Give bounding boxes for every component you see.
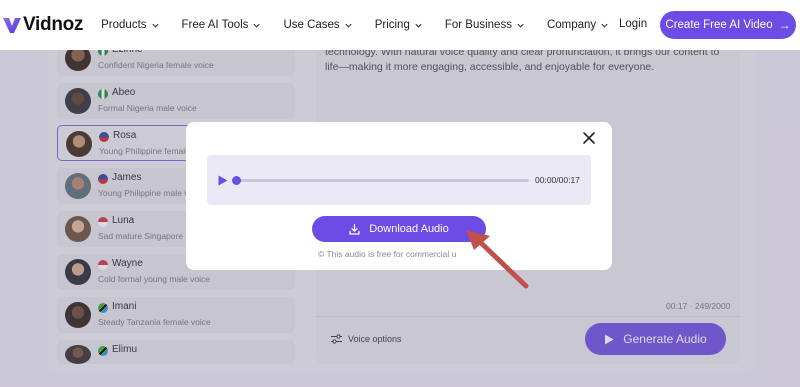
- menu-label: Pricing: [374, 19, 410, 31]
- menu-company[interactable]: Company: [547, 19, 609, 31]
- menu-pricing[interactable]: Pricing: [375, 19, 423, 31]
- annotation-arrow-icon: [466, 230, 529, 289]
- download-label: Download Audio: [369, 223, 449, 235]
- download-icon: [349, 223, 360, 235]
- commercial-use-note: © This audio is free for commercial u: [318, 249, 456, 259]
- audio-progress-knob[interactable]: [232, 176, 241, 185]
- logo-text: Vidnoz: [23, 14, 84, 35]
- logo-icon: [3, 18, 21, 33]
- vidnoz-logo[interactable]: Vidnoz: [2, 14, 83, 36]
- main-menu: Products Free AI Tools Use Cases Pricing…: [101, 19, 631, 31]
- audio-progress-track[interactable]: [235, 179, 529, 182]
- chevron-down-icon: [345, 23, 352, 28]
- close-icon[interactable]: [582, 131, 596, 145]
- top-nav: Vidnoz Products Free AI Tools Use Cases …: [0, 0, 800, 50]
- chevron-down-icon: [415, 23, 422, 28]
- arrow-right-icon: →: [778, 18, 791, 32]
- menu-label: Free AI Tools: [181, 19, 249, 31]
- chevron-down-icon: [517, 23, 524, 28]
- menu-label: Use Cases: [283, 19, 340, 31]
- menu-products[interactable]: Products: [101, 19, 159, 31]
- audio-time: 00:00/00:17: [535, 175, 580, 185]
- note-text: This audio is free for commercial u: [326, 249, 457, 259]
- create-free-ai-video-button[interactable]: Create Free AI Video →: [660, 11, 796, 39]
- menu-label: For Business: [444, 19, 512, 31]
- chevron-down-icon: [151, 23, 159, 28]
- menu-for-business[interactable]: For Business: [445, 19, 525, 31]
- chevron-down-icon: [253, 23, 261, 28]
- chevron-down-icon: [601, 23, 608, 28]
- menu-use-cases[interactable]: Use Cases: [283, 19, 352, 31]
- login-link[interactable]: Login: [619, 18, 647, 30]
- menu-label: Products: [101, 19, 147, 31]
- cta-label: Create Free AI Video: [665, 19, 773, 31]
- copyright-icon: ©: [318, 249, 325, 259]
- menu-label: Company: [546, 19, 597, 31]
- menu-free-ai-tools[interactable]: Free AI Tools: [182, 19, 262, 31]
- play-icon[interactable]: [218, 175, 228, 186]
